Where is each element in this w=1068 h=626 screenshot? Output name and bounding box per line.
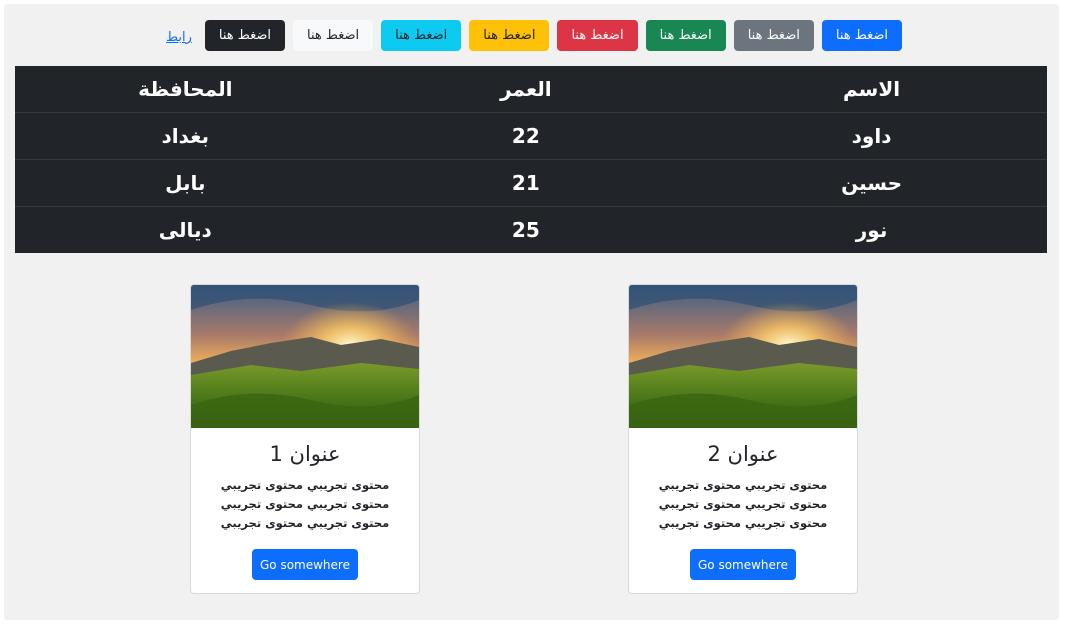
cell-age: 21 <box>355 159 697 207</box>
table-row: داود 22 بغداد <box>15 112 1047 160</box>
danger-button[interactable]: اضغط هنا <box>557 20 638 51</box>
card-1: عنوان 1 محتوى تجريبي محتوى تجريبي محتوى … <box>190 284 420 594</box>
go-somewhere-button[interactable]: Go somewhere <box>690 549 796 580</box>
card-title: عنوان 1 <box>269 442 341 466</box>
page-container: اضغط هنا اضغط هنا اضغط هنا اضغط هنا اضغط… <box>4 4 1059 620</box>
primary-button[interactable]: اضغط هنا <box>821 20 902 51</box>
card-title: عنوان 2 <box>707 442 779 466</box>
button-row: اضغط هنا اضغط هنا اضغط هنا اضغط هنا اضغط… <box>4 18 1059 53</box>
cell-province: بابل <box>15 159 356 207</box>
card-image <box>629 285 857 428</box>
cell-age: 22 <box>355 112 697 160</box>
warning-button[interactable]: اضغط هنا <box>469 20 550 51</box>
card-text: محتوى تجريبي محتوى تجريبي محتوى تجريبي م… <box>658 478 828 530</box>
card-2: عنوان 2 محتوى تجريبي محتوى تجريبي محتوى … <box>628 284 858 594</box>
cell-province: بغداد <box>15 112 356 160</box>
cell-name: حسين <box>696 159 1047 207</box>
cell-name: داود <box>696 112 1047 160</box>
table-row: حسين 21 بابل <box>15 159 1047 207</box>
link-button[interactable]: رابط <box>161 22 197 53</box>
header-province: المحافظة <box>138 77 233 101</box>
table-header-row: الاسم العمر المحافظة <box>15 66 1047 113</box>
cell-age: 25 <box>355 206 697 253</box>
secondary-button[interactable]: اضغط هنا <box>733 20 814 51</box>
card-text: محتوى تجريبي محتوى تجريبي محتوى تجريبي م… <box>220 478 390 530</box>
header-age: العمر <box>500 77 552 101</box>
header-name: الاسم <box>843 77 901 101</box>
cell-province: ديالى <box>15 206 356 253</box>
dark-button[interactable]: اضغط هنا <box>204 20 286 51</box>
cell-name: نور <box>696 206 1047 253</box>
table-row: نور 25 ديالى <box>15 206 1047 253</box>
info-button[interactable]: اضغط هنا <box>381 20 462 51</box>
light-button[interactable]: اضغط هنا <box>293 20 374 51</box>
success-button[interactable]: اضغط هنا <box>645 20 726 51</box>
card-image <box>191 285 419 428</box>
data-table: الاسم العمر المحافظة داود 22 بغداد حسين … <box>15 66 1047 253</box>
go-somewhere-button[interactable]: Go somewhere <box>252 549 358 580</box>
